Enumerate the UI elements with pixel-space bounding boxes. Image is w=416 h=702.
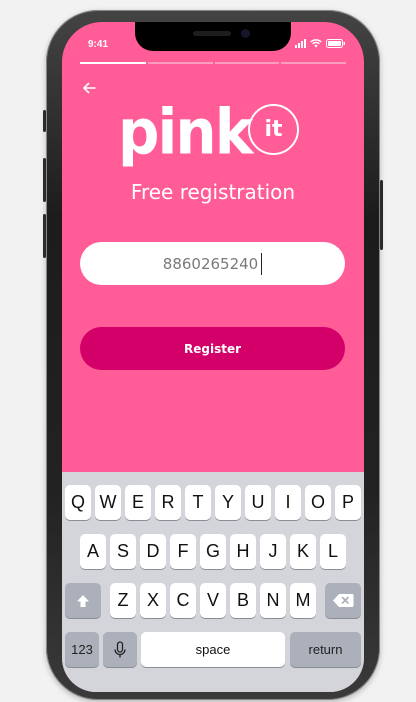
space-key[interactable]: space	[141, 632, 285, 667]
phone-number-input[interactable]: 8860265240	[80, 242, 345, 285]
key-m[interactable]: M	[290, 583, 316, 618]
progress-divider	[146, 62, 148, 64]
key-t[interactable]: T	[185, 485, 211, 520]
microphone-icon	[114, 640, 126, 657]
speaker-grille	[193, 31, 231, 36]
return-key[interactable]: return	[290, 632, 361, 667]
microphone-key[interactable]	[103, 632, 137, 667]
backspace-icon	[333, 594, 354, 607]
key-a[interactable]: A	[80, 534, 106, 569]
app-screen: 9:41 pink it Free registration 886026524…	[62, 22, 364, 692]
wifi-icon	[310, 39, 322, 48]
key-b[interactable]: B	[230, 583, 256, 618]
shift-icon	[77, 594, 89, 607]
key-z[interactable]: Z	[110, 583, 136, 618]
key-x[interactable]: X	[140, 583, 166, 618]
logo-wordmark: pink	[118, 95, 253, 169]
key-d[interactable]: D	[140, 534, 166, 569]
logo-badge: it	[248, 104, 299, 155]
volume-down-button	[43, 214, 46, 258]
onscreen-keyboard: Q W E R T Y U I O P A S D F G H J K L Z …	[62, 472, 364, 692]
key-e[interactable]: E	[125, 485, 151, 520]
phone-number-value: 8860265240	[162, 254, 259, 273]
signal-icon	[295, 39, 306, 48]
key-f[interactable]: F	[170, 534, 196, 569]
app-logo: pink it	[62, 94, 364, 169]
notch	[135, 22, 291, 51]
key-j[interactable]: J	[260, 534, 286, 569]
numbers-key[interactable]: 123	[65, 632, 99, 667]
shift-key[interactable]	[65, 583, 101, 618]
battery-icon	[326, 39, 346, 48]
status-icons	[295, 39, 346, 48]
progress-divider	[213, 62, 215, 64]
key-n[interactable]: N	[260, 583, 286, 618]
key-s[interactable]: S	[110, 534, 136, 569]
key-l[interactable]: L	[320, 534, 346, 569]
volume-up-button	[43, 158, 46, 202]
key-q[interactable]: Q	[65, 485, 91, 520]
registration-progress	[80, 62, 346, 64]
front-camera	[241, 29, 250, 38]
key-w[interactable]: W	[95, 485, 121, 520]
backspace-key[interactable]	[325, 583, 361, 618]
key-y[interactable]: Y	[215, 485, 241, 520]
key-v[interactable]: V	[200, 583, 226, 618]
arrow-left-icon	[83, 82, 96, 94]
status-time: 9:41	[88, 39, 109, 50]
page-title: Free registration	[130, 180, 296, 204]
key-r[interactable]: R	[155, 485, 181, 520]
key-g[interactable]: G	[200, 534, 226, 569]
key-c[interactable]: C	[170, 583, 196, 618]
text-cursor	[261, 252, 263, 275]
progress-divider	[279, 62, 281, 64]
key-k[interactable]: K	[290, 534, 316, 569]
register-button[interactable]: Register	[80, 327, 345, 370]
key-u[interactable]: U	[245, 485, 271, 520]
power-button	[380, 180, 383, 250]
key-p[interactable]: P	[335, 485, 361, 520]
key-h[interactable]: H	[230, 534, 256, 569]
key-i[interactable]: I	[275, 485, 301, 520]
silent-switch	[43, 110, 46, 132]
progress-fill	[80, 62, 147, 64]
key-o[interactable]: O	[305, 485, 331, 520]
